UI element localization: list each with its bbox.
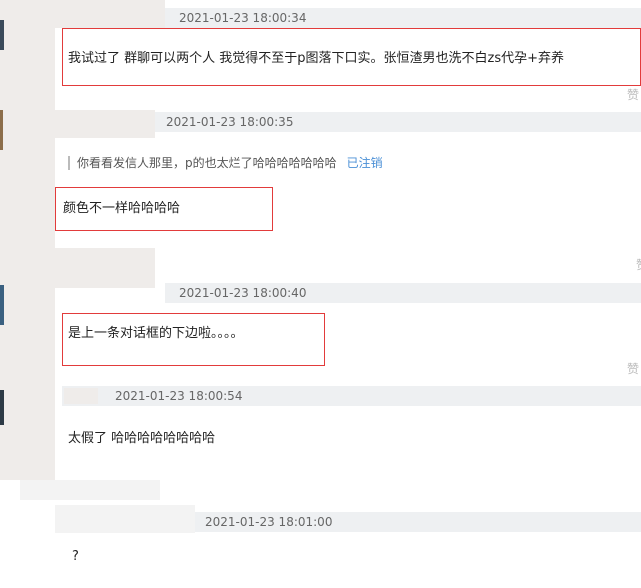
- like-button[interactable]: 赞: [636, 256, 641, 273]
- redacted-avatar-area: [0, 0, 55, 480]
- timestamp: 2021-01-23 18:00:54: [115, 389, 243, 403]
- redacted-name-area: [55, 110, 155, 138]
- redacted-name-area: [20, 480, 160, 500]
- redacted-name-area: [55, 505, 195, 533]
- like-button[interactable]: 赞: [627, 86, 639, 103]
- timestamp-bar: 2021-01-23 18:00:40: [165, 283, 641, 303]
- highlight-box: [55, 187, 273, 231]
- message-text: 太假了 哈哈哈哈哈哈哈哈: [68, 431, 216, 446]
- highlight-box: [62, 28, 641, 86]
- message-text: ?: [72, 549, 79, 564]
- timestamp-bar: 2021-01-23 18:01:00: [195, 512, 641, 532]
- redacted-name-area: [55, 248, 155, 288]
- redacted-name-area: [55, 0, 165, 28]
- avatar-edge: [0, 20, 4, 50]
- avatar-edge: [0, 110, 3, 150]
- timestamp: 2021-01-23 18:00:35: [166, 115, 294, 129]
- like-button[interactable]: 赞: [627, 360, 639, 377]
- avatar-edge: [0, 285, 4, 325]
- quoted-text: 你看看发信人那里，p的也太烂了哈哈哈哈哈哈哈: [77, 156, 337, 170]
- timestamp: 2021-01-23 18:00:40: [179, 286, 307, 300]
- timestamp-bar: 2021-01-23 18:00:54: [62, 386, 641, 406]
- avatar-edge: [0, 390, 4, 425]
- quoted-message: 你看看发信人那里，p的也太烂了哈哈哈哈哈哈哈 已注销: [68, 156, 383, 170]
- account-deleted-label[interactable]: 已注销: [347, 156, 383, 170]
- timestamp: 2021-01-23 18:00:34: [179, 11, 307, 25]
- timestamp-bar: 2021-01-23 18:00:35: [155, 112, 641, 132]
- highlight-box: [62, 313, 325, 366]
- redacted-name-area: [64, 388, 98, 404]
- timestamp: 2021-01-23 18:01:00: [205, 515, 333, 529]
- timestamp-bar: 2021-01-23 18:00:34: [165, 8, 641, 28]
